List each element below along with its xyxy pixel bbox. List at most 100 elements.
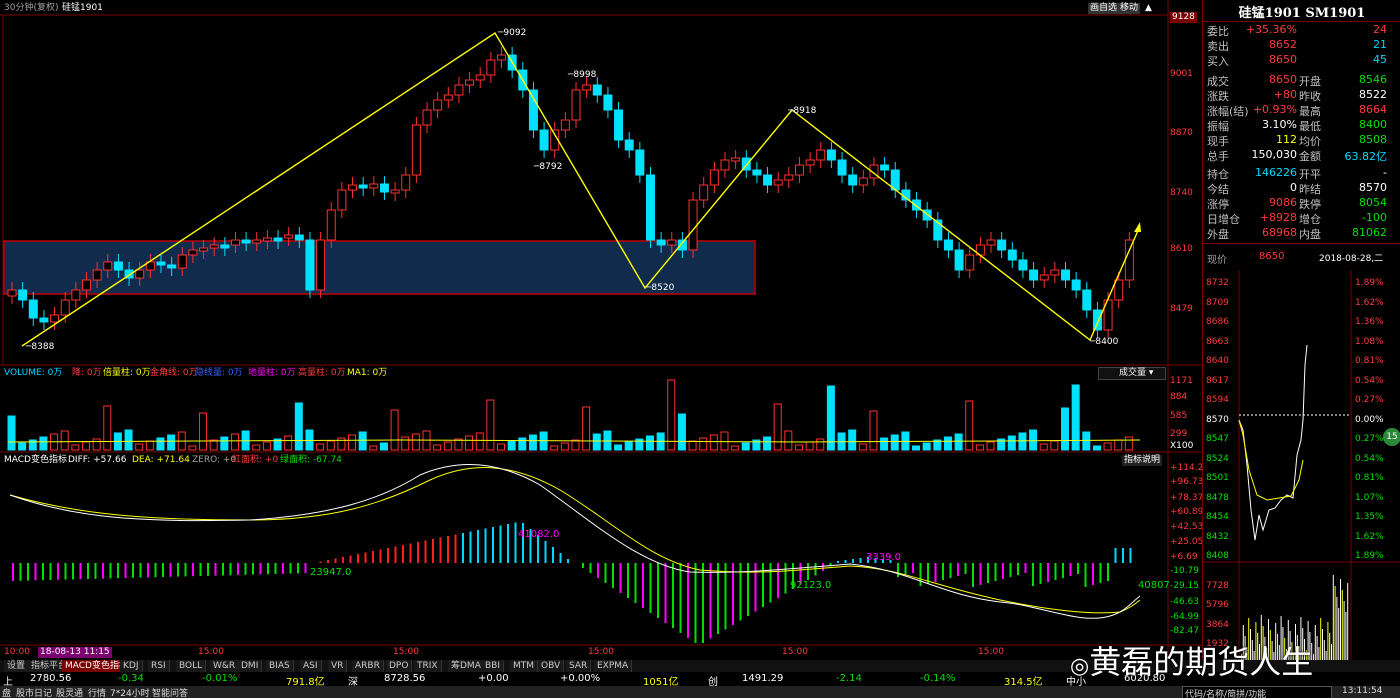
macd-bar <box>304 563 307 574</box>
volume-bar <box>1007 435 1016 451</box>
index-sh-pct: -0.01% <box>202 673 238 684</box>
quote-row: 涨跌 +80 昨收 8522 <box>1203 87 1400 103</box>
indicator-tab[interactable]: BIAS <box>266 660 294 672</box>
indicator-tab[interactable]: OBV <box>538 660 565 672</box>
macd-bar <box>192 563 194 577</box>
indicator-tab[interactable]: BOLL <box>176 660 207 672</box>
indicator-tab[interactable]: SAR <box>566 660 592 672</box>
macd-axis-label: +78.37 <box>1170 493 1204 503</box>
indicator-tab[interactable]: RSI <box>148 660 170 672</box>
mini-volume-bar <box>1318 647 1320 660</box>
indicator-tab[interactable]: W&R <box>210 660 240 672</box>
volume-axis-label: 299 <box>1170 429 1188 439</box>
time-axis-label: 10:00 <box>4 647 30 657</box>
volume-dropdown[interactable]: 成交量 ▾ <box>1098 367 1166 380</box>
quote-row: 今结 0 昨结 8570 <box>1203 180 1400 196</box>
mini-badge[interactable]: 15 <box>1383 428 1400 446</box>
mini-axis-right: 1.08% <box>1355 336 1384 347</box>
volume-bar <box>103 405 112 451</box>
macd-axis-label: +96.73 <box>1170 477 1204 487</box>
volume-bar <box>220 436 229 451</box>
candle-body <box>954 249 964 271</box>
volume-high: 高量柱: 0万 <box>298 368 346 378</box>
macd-bar <box>777 563 779 598</box>
indicator-tab[interactable]: BBI <box>482 660 505 672</box>
volume-bar <box>954 433 963 451</box>
volume-bar <box>624 441 633 451</box>
macd-bar <box>1129 548 1132 563</box>
macd-bar <box>1002 563 1004 579</box>
price-axis-label: 8479 <box>1170 304 1193 314</box>
macd-bar <box>237 563 239 575</box>
macd-bar <box>49 563 52 580</box>
macd-bar <box>214 563 217 576</box>
quote-row: 成交 8650 开盘 8546 <box>1203 72 1400 88</box>
indicator-tab[interactable]: 设置 <box>4 660 30 672</box>
indicator-tab[interactable]: TRIX <box>414 660 442 672</box>
bottom-item[interactable]: 股市日记 <box>16 686 52 698</box>
macd-axis-label: -82.47 <box>1170 626 1200 636</box>
indicator-tab[interactable]: VR <box>328 660 348 672</box>
indicator-tab[interactable]: 筹DMA <box>448 660 485 672</box>
bottom-item[interactable]: 智能问答 <box>152 686 188 698</box>
bottom-item[interactable]: 行情 <box>88 686 106 698</box>
candle-body <box>241 239 251 244</box>
candle-body <box>81 279 91 291</box>
bottom-item[interactable]: 股灵通 <box>56 686 83 698</box>
macd-annotation: 92123.0 <box>790 580 832 591</box>
macd-bar <box>432 539 434 563</box>
candle-body <box>50 314 60 323</box>
mini-volume-bar <box>1332 575 1334 660</box>
indicator-tab[interactable]: KDJ <box>120 660 143 672</box>
watermark: ◎黄磊的期货人生 <box>1070 643 1314 681</box>
indicator-tab[interactable]: ARBR <box>352 660 384 672</box>
mini-axis-left: 7728 <box>1206 580 1229 591</box>
volume-bar <box>209 439 218 451</box>
candle-body <box>135 269 145 279</box>
macd-bar <box>1009 563 1012 577</box>
volume-bar <box>92 438 101 451</box>
volume-bar <box>294 402 303 451</box>
quote-extra: 8664 <box>1359 103 1387 116</box>
peak-label: ─8918 <box>788 106 817 116</box>
candle-body <box>560 119 570 131</box>
bottom-item[interactable]: 盘 <box>2 686 11 698</box>
candle-body <box>358 184 368 189</box>
macd-bar <box>409 543 412 563</box>
index-cy-pct: -0.14% <box>920 673 956 684</box>
quote-label: 外盘 <box>1207 228 1229 241</box>
quote-label: 总手 <box>1207 150 1229 163</box>
indicator-tab[interactable]: ASI <box>300 660 322 672</box>
quote-extra: 8400 <box>1359 118 1387 131</box>
search-input[interactable]: 代码/名称/简拼/功能 <box>1182 686 1332 698</box>
indicator-tab[interactable]: DMI <box>238 660 263 672</box>
mini-axis-right: 1.07% <box>1355 492 1384 503</box>
indicator-tab[interactable]: MTM <box>510 660 539 672</box>
quote-extra: 8054 <box>1359 196 1387 209</box>
mini-axis-left: 8570 <box>1206 414 1229 425</box>
volume-bar <box>858 443 867 451</box>
volume-axis-label: 884 <box>1170 392 1188 402</box>
macd-axis-label: +25.05 <box>1170 537 1204 547</box>
macd-bar <box>1107 563 1109 581</box>
indicator-tab[interactable]: DPO <box>386 660 413 672</box>
index-cy-value: 1491.29 <box>742 673 784 684</box>
macd-bar <box>1069 563 1072 576</box>
bottom-item[interactable]: 7*24小时 <box>110 686 150 698</box>
time-axis-label: 15:00 <box>782 647 808 657</box>
volume-bar <box>880 437 889 451</box>
macd-bar <box>769 563 772 603</box>
macd-bar <box>1114 548 1117 563</box>
volume-bar <box>39 436 48 451</box>
macd-bar <box>64 563 67 580</box>
mini-axis-left: 8709 <box>1206 297 1229 308</box>
volume-bar <box>1114 439 1123 451</box>
macd-bar <box>694 563 697 643</box>
macd-bar <box>34 563 37 581</box>
macd-bar <box>252 563 254 575</box>
macd-bar <box>12 563 14 581</box>
volume-bar <box>528 434 537 451</box>
indicator-tab[interactable]: EXPMA <box>594 660 633 672</box>
macd-help-button[interactable]: 指标说明 <box>1122 455 1163 466</box>
quote-row: 涨幅(结) +0.93% 最高 8664 <box>1203 102 1400 118</box>
